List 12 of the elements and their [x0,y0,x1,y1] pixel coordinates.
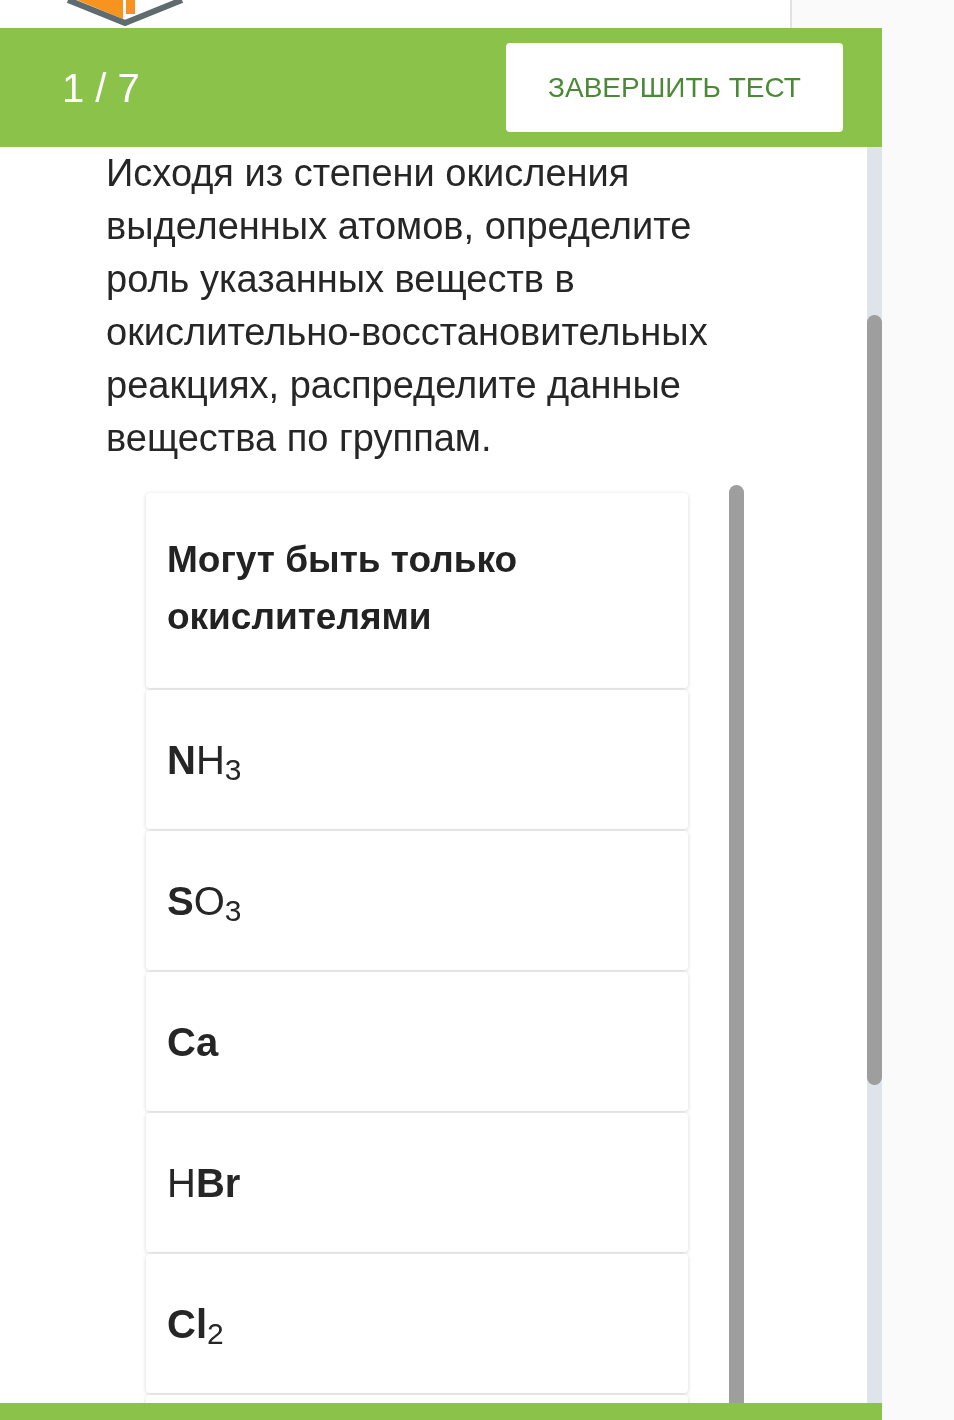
finish-test-button[interactable]: ЗАВЕРШИТЬ ТЕСТ [506,43,843,132]
scrollbar-thumb[interactable] [729,485,744,1403]
question-text: Исходя из степени окисления выделенных атомов, определите роль указанных веществ в окислительно-восстановительных реакциях, распределите данные вещества по группам. [106,151,709,461]
answer-card[interactable]: Ca [146,972,688,1111]
answer-card[interactable]: Cl$_{2}$ [146,1254,688,1393]
answer-card[interactable]: NH$_{3}$ [146,690,688,829]
progress-counter: 1 / 7 [62,67,140,108]
scrollbar-thumb[interactable] [867,315,882,1085]
answer-card[interactable]: SO$_{3}$ [146,831,688,970]
group-heading: Могут быть только окислителями [146,493,688,688]
answer-card[interactable]: HBr [146,1113,688,1252]
logo-icon [65,0,185,26]
